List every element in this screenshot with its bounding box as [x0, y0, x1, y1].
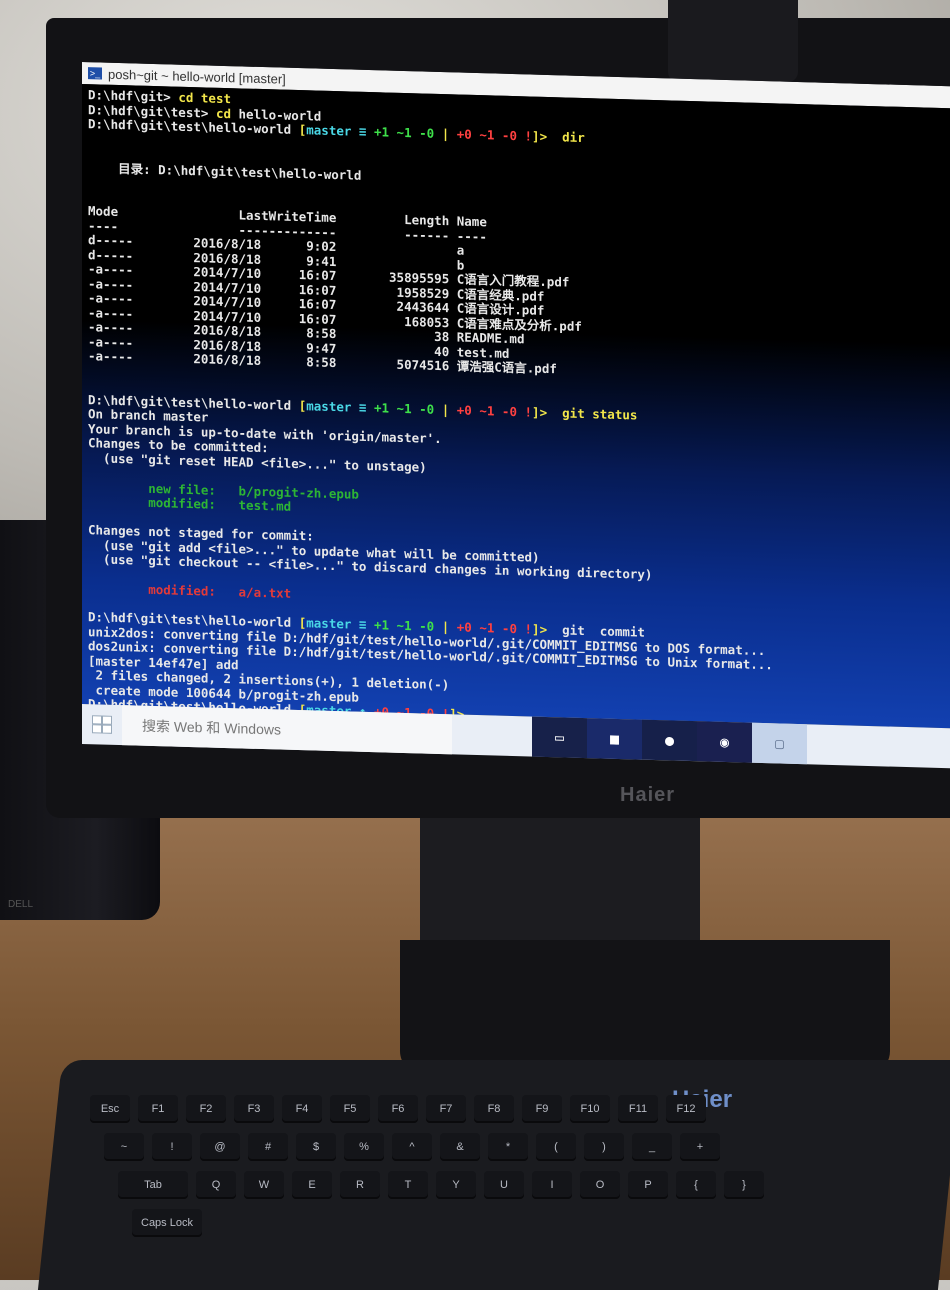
keyboard-key[interactable]: F7: [426, 1095, 466, 1123]
taskbar-pinned-apps: ▭ ■ ● ◉ ▢: [532, 716, 807, 765]
console-text: ≡: [351, 123, 374, 140]
keyboard-key[interactable]: I: [532, 1171, 572, 1199]
keyboard-key[interactable]: F9: [522, 1095, 562, 1123]
keyboard-row: Caps Lock: [132, 1209, 950, 1237]
console-text: +1 ~1 -0: [373, 399, 435, 417]
keyboard-key[interactable]: _: [632, 1133, 672, 1161]
console-text: +1 ~1 -0: [373, 124, 435, 141]
keyboard-key[interactable]: %: [344, 1133, 384, 1161]
keyboard-key[interactable]: O: [580, 1171, 620, 1199]
console-text: cd: [215, 105, 239, 121]
keyboard-key[interactable]: ~: [104, 1133, 144, 1161]
windows-logo-icon: [93, 716, 111, 733]
keyboard-key[interactable]: F10: [570, 1095, 610, 1123]
keyboard-key[interactable]: T: [388, 1171, 428, 1199]
keyboard-key[interactable]: F4: [282, 1095, 322, 1123]
keyboard-key[interactable]: U: [484, 1171, 524, 1199]
console-text: git status: [554, 404, 638, 423]
keyboard-key[interactable]: *: [488, 1133, 528, 1161]
taskbar-search-box[interactable]: 搜索 Web 和 Windows: [122, 705, 452, 755]
console-text: ≡: [351, 399, 374, 415]
monitor-screen: >_ posh~git ~ hello-world [master] D:\hd…: [82, 62, 950, 808]
keyboard-key[interactable]: @: [200, 1133, 240, 1161]
keyboard-key[interactable]: F2: [186, 1095, 226, 1123]
keyboard-row: ~! @ # $% ^ & * () _ +: [104, 1133, 950, 1161]
monitor-stand-base: [400, 940, 890, 1075]
keyboard-key[interactable]: #: [248, 1133, 288, 1161]
keyboard-key[interactable]: }: [724, 1171, 764, 1199]
console-output[interactable]: D:\hdf\git> cd test D:\hdf\git\test> cd h…: [82, 84, 950, 729]
keyboard-key[interactable]: $: [296, 1133, 336, 1161]
console-text: master: [306, 397, 352, 415]
keyboard-key[interactable]: E: [292, 1171, 332, 1199]
keyboard-key[interactable]: F5: [330, 1095, 370, 1123]
keyboard-key[interactable]: P: [628, 1171, 668, 1199]
console-text: |: [434, 125, 457, 142]
app-icon[interactable]: ■: [587, 718, 642, 760]
keyboard-key[interactable]: F6: [378, 1095, 418, 1123]
keyboard-key[interactable]: F12: [666, 1095, 706, 1123]
console-text: |: [434, 401, 457, 417]
media-icon[interactable]: ◉: [697, 721, 752, 763]
keyboard-key[interactable]: Q: [196, 1171, 236, 1199]
keyboard-key[interactable]: ): [584, 1133, 624, 1161]
start-button[interactable]: [82, 704, 122, 745]
chat-icon[interactable]: ●: [642, 719, 697, 762]
webcam: [668, 0, 798, 82]
keyboard-key[interactable]: (: [536, 1133, 576, 1161]
console-text: |: [434, 618, 457, 635]
keyboard-keys: Esc F1 F2 F3 F4 F5 F6 F7 F8 F9 F10 F11 F12 ~! @ # $% ^ & * (…: [90, 1095, 950, 1280]
keyboard-key[interactable]: F1: [138, 1095, 178, 1123]
keyboard-key[interactable]: Caps Lock: [132, 1209, 202, 1237]
powershell-icon: >_: [88, 67, 102, 80]
keyboard-key[interactable]: Esc: [90, 1095, 130, 1123]
console-text: ]>: [532, 621, 555, 638]
keyboard-row: Esc F1 F2 F3 F4 F5 F6 F7 F8 F9 F10 F11 F12: [90, 1095, 950, 1123]
console-text: ]>: [532, 404, 555, 420]
console-text: +0 ~1 -0 !: [456, 126, 533, 144]
keyboard-key[interactable]: F8: [474, 1095, 514, 1123]
keyboard-key[interactable]: F11: [618, 1095, 658, 1123]
console-text: ]>: [532, 128, 555, 145]
keyboard-key[interactable]: !: [152, 1133, 192, 1161]
keyboard-key[interactable]: F3: [234, 1095, 274, 1123]
keyboard-row: Tab Q W E R T Y U I O P {}: [118, 1171, 950, 1199]
window-title: posh~git ~ hello-world [master]: [108, 66, 286, 87]
keyboard-key[interactable]: Tab: [118, 1171, 188, 1199]
console-text: master: [306, 122, 352, 139]
keyboard-key[interactable]: +: [680, 1133, 720, 1161]
keyboard-key[interactable]: Y: [436, 1171, 476, 1199]
console-text: dir: [554, 129, 585, 146]
window-icon[interactable]: ▢: [752, 722, 807, 765]
task-view-icon[interactable]: ▭: [532, 716, 587, 759]
keyboard-key[interactable]: W: [244, 1171, 284, 1199]
keyboard-key[interactable]: ^: [392, 1133, 432, 1161]
keyboard-key[interactable]: &: [440, 1133, 480, 1161]
console-text: ≡: [351, 616, 374, 633]
monitor-stand-neck: [420, 800, 700, 960]
keyboard-key[interactable]: {: [676, 1171, 716, 1199]
console-text: +0 ~1 -0 !: [456, 401, 533, 420]
keyboard-key[interactable]: R: [340, 1171, 380, 1199]
